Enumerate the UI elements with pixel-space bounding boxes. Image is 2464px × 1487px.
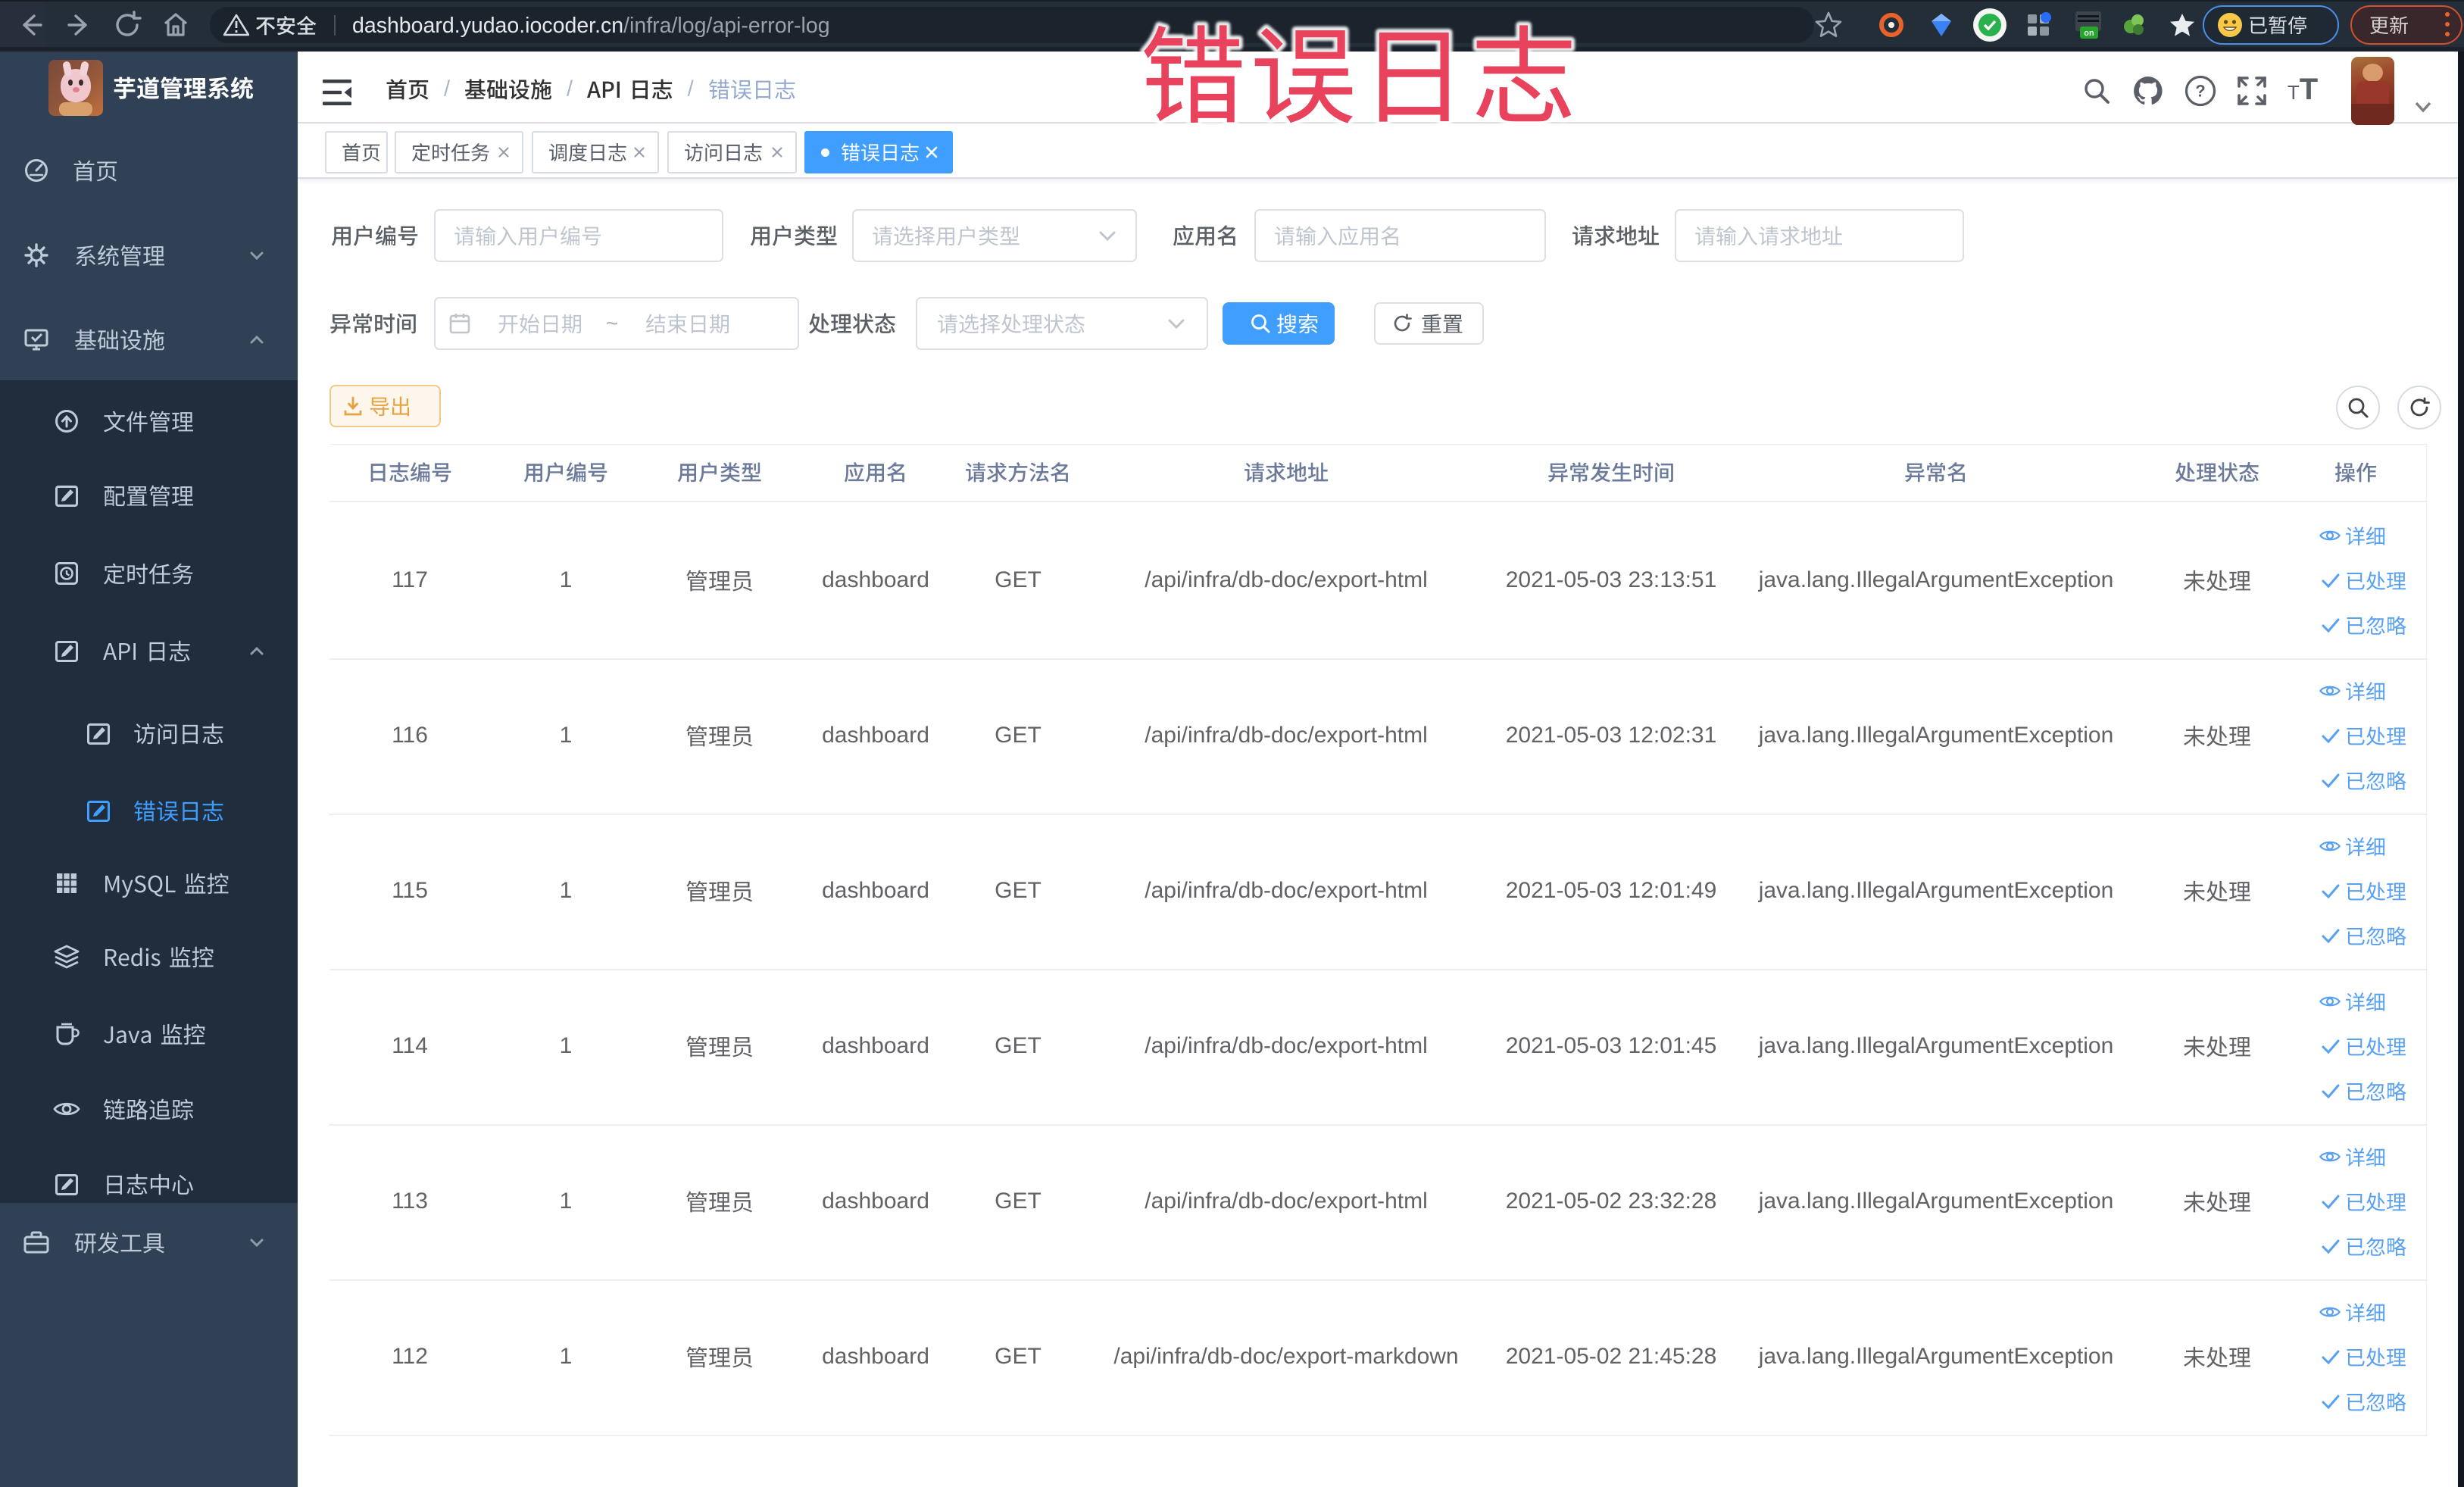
svg-text:?: ?	[2195, 82, 2205, 101]
svg-text:on: on	[2084, 29, 2094, 38]
